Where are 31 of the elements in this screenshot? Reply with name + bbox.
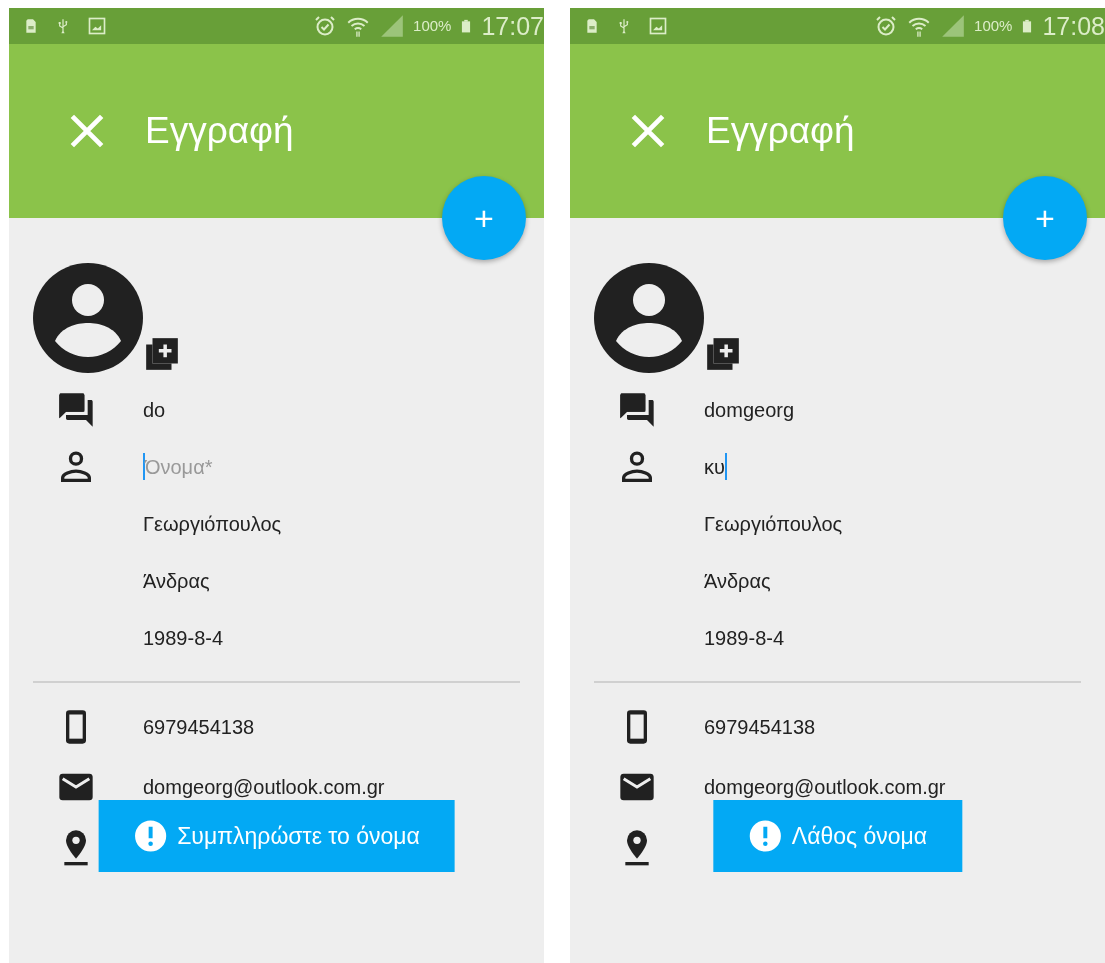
status-time: 17:08: [1042, 13, 1105, 39]
image-icon: [87, 15, 107, 37]
exclamation-icon: [747, 819, 782, 853]
text-field[interactable]: Άνδρας: [143, 565, 210, 596]
text-field[interactable]: κυ: [704, 451, 764, 482]
toast-text: Συμπληρώστε το όνομα: [177, 821, 420, 851]
text-field[interactable]: domgeorg@outlook.com.gr: [704, 772, 946, 802]
battery-percentage: 100%: [974, 15, 1013, 36]
text-field[interactable]: 1989-8-4: [143, 622, 224, 653]
text-field[interactable]: 6979454138: [143, 712, 255, 742]
screen-title: Εγγραφή: [145, 109, 294, 154]
signal-icon: [940, 13, 967, 39]
text-field[interactable]: domgeorg: [704, 394, 795, 425]
image-icon: [648, 15, 668, 37]
toast-text: Λάθος όνομα: [791, 821, 928, 851]
avatar-placeholder[interactable]: [594, 263, 704, 373]
text-field[interactable]: do: [143, 394, 203, 425]
battery-percentage: 100%: [413, 15, 452, 36]
text-field[interactable]: 1989-8-4: [704, 622, 785, 653]
text-field[interactable]: Γεωργιόπουλος: [143, 508, 282, 539]
status-time: 17:07: [481, 13, 544, 39]
exclamation-icon: [133, 819, 168, 853]
add-photo-icon[interactable]: [143, 335, 181, 373]
add-photo-icon[interactable]: [704, 335, 742, 373]
text-field[interactable]: Άνδρας: [704, 565, 771, 596]
signal-icon: [379, 13, 406, 39]
text-field[interactable]: domgeorg@outlook.com.gr: [143, 772, 385, 802]
avatar-placeholder[interactable]: [33, 263, 143, 373]
text-field[interactable]: Γεωργιόπουλος: [704, 508, 843, 539]
text-field[interactable]: 6979454138: [704, 712, 816, 742]
screen-title: Εγγραφή: [706, 109, 855, 154]
